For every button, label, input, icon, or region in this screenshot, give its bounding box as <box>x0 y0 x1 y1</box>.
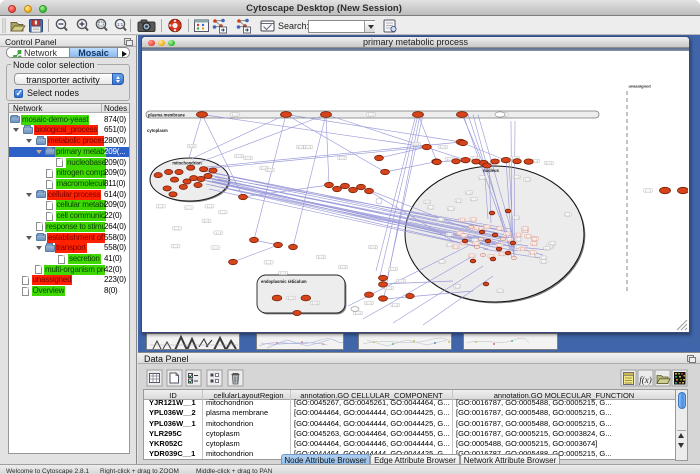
svg-text:[....]: [....] <box>505 232 510 236</box>
svg-text:[....]: [....] <box>471 197 476 201</box>
svg-text:[....]: [....] <box>455 285 460 289</box>
svg-text:[....]: [....] <box>541 260 546 264</box>
svg-text:[....]: [....] <box>158 204 163 208</box>
svg-text:[....]: [....] <box>267 168 272 172</box>
svg-text:cytoplasm: cytoplasm <box>147 128 168 133</box>
svg-text:[....]: [....] <box>447 233 452 237</box>
svg-text:[....]: [....] <box>370 245 375 249</box>
svg-text:mitochondrion: mitochondrion <box>172 161 202 166</box>
svg-text:[....]: [....] <box>204 219 209 223</box>
svg-text:[....]: [....] <box>186 206 191 210</box>
svg-text:1:1: 1:1 <box>117 22 124 27</box>
svg-text:[....]: [....] <box>428 206 433 210</box>
svg-text:[....]: [....] <box>413 142 418 146</box>
svg-text:[....]: [....] <box>366 301 371 305</box>
svg-text:[....]: [....] <box>207 204 212 208</box>
svg-text:[....]: [....] <box>545 246 550 250</box>
svg-text:[....]: [....] <box>448 207 453 211</box>
svg-text:[....]: [....] <box>438 218 443 222</box>
svg-text:[....]: [....] <box>340 265 345 269</box>
svg-text:[....]: [....] <box>530 251 535 255</box>
svg-text:[....]: [....] <box>498 289 503 293</box>
svg-text:f(x): f(x) <box>639 375 652 385</box>
svg-text:[....]: [....] <box>525 178 530 182</box>
svg-text:[....]: [....] <box>466 191 471 195</box>
svg-text:[....]: [....] <box>390 267 395 271</box>
svg-text:[....]: [....] <box>497 227 502 231</box>
svg-text:[....]: [....] <box>550 242 555 246</box>
svg-text:[....]: [....] <box>523 227 528 231</box>
svg-text:[....]: [....] <box>520 247 525 251</box>
svg-text:[....]: [....] <box>368 113 373 117</box>
svg-text:[....]: [....] <box>460 218 465 222</box>
svg-text:[....]: [....] <box>456 199 461 203</box>
svg-text:[....]: [....] <box>398 279 403 283</box>
svg-text:[....]: [....] <box>516 238 521 242</box>
svg-text:[....]: [....] <box>392 303 397 307</box>
svg-text:[....]: [....] <box>526 235 531 239</box>
svg-text:[....]: [....] <box>216 231 221 235</box>
svg-text:[....]: [....] <box>469 254 474 258</box>
svg-text:[....]: [....] <box>280 271 285 275</box>
svg-text:[....]: [....] <box>546 161 551 165</box>
svg-text:[....]: [....] <box>532 242 537 246</box>
svg-text:[....]: [....] <box>479 176 484 180</box>
svg-text:[....]: [....] <box>514 216 519 220</box>
svg-text:[....]: [....] <box>474 226 479 230</box>
svg-text:[....]: [....] <box>189 144 194 148</box>
svg-text:[....]: [....] <box>516 233 521 237</box>
svg-text:[....]: [....] <box>312 301 317 305</box>
svg-text:[....]: [....] <box>440 145 445 149</box>
svg-text:plasma membrane: plasma membrane <box>148 113 185 118</box>
svg-text:[....]: [....] <box>220 210 225 214</box>
svg-text:[....]: [....] <box>266 261 271 265</box>
svg-text:unassigned: unassigned <box>629 84 652 89</box>
svg-text:[....]: [....] <box>339 156 344 160</box>
svg-text:[....]: [....] <box>484 225 489 229</box>
svg-text:[....]: [....] <box>532 237 537 241</box>
svg-text:[....]: [....] <box>318 255 323 259</box>
svg-text:[....]: [....] <box>305 145 310 149</box>
svg-text:[....]: [....] <box>514 175 519 179</box>
svg-text:[....]: [....] <box>425 200 430 204</box>
svg-text:[....]: [....] <box>645 189 650 193</box>
svg-text:[....]: [....] <box>355 311 360 315</box>
svg-text:endoplasmic reticulum: endoplasmic reticulum <box>261 279 307 284</box>
svg-text:[....]: [....] <box>174 227 179 231</box>
svg-text:[....]: [....] <box>439 260 444 264</box>
svg-text:[....]: [....] <box>499 252 504 256</box>
svg-text:[....]: [....] <box>453 245 458 249</box>
svg-text:[....]: [....] <box>447 243 452 247</box>
svg-text:[....]: [....] <box>565 213 570 217</box>
svg-text:[....]: [....] <box>245 156 250 160</box>
svg-text:[....]: [....] <box>213 246 218 250</box>
svg-text:[....]: [....] <box>386 286 391 290</box>
svg-text:[....]: [....] <box>471 218 476 222</box>
svg-text:[....]: [....] <box>461 234 466 238</box>
svg-text:[....]: [....] <box>288 296 293 300</box>
svg-text:[....]: [....] <box>298 145 303 149</box>
svg-text:nucleus: nucleus <box>483 168 499 173</box>
svg-text:[....]: [....] <box>236 154 241 158</box>
svg-text:[....]: [....] <box>232 113 237 117</box>
svg-text:[....]: [....] <box>173 244 178 248</box>
